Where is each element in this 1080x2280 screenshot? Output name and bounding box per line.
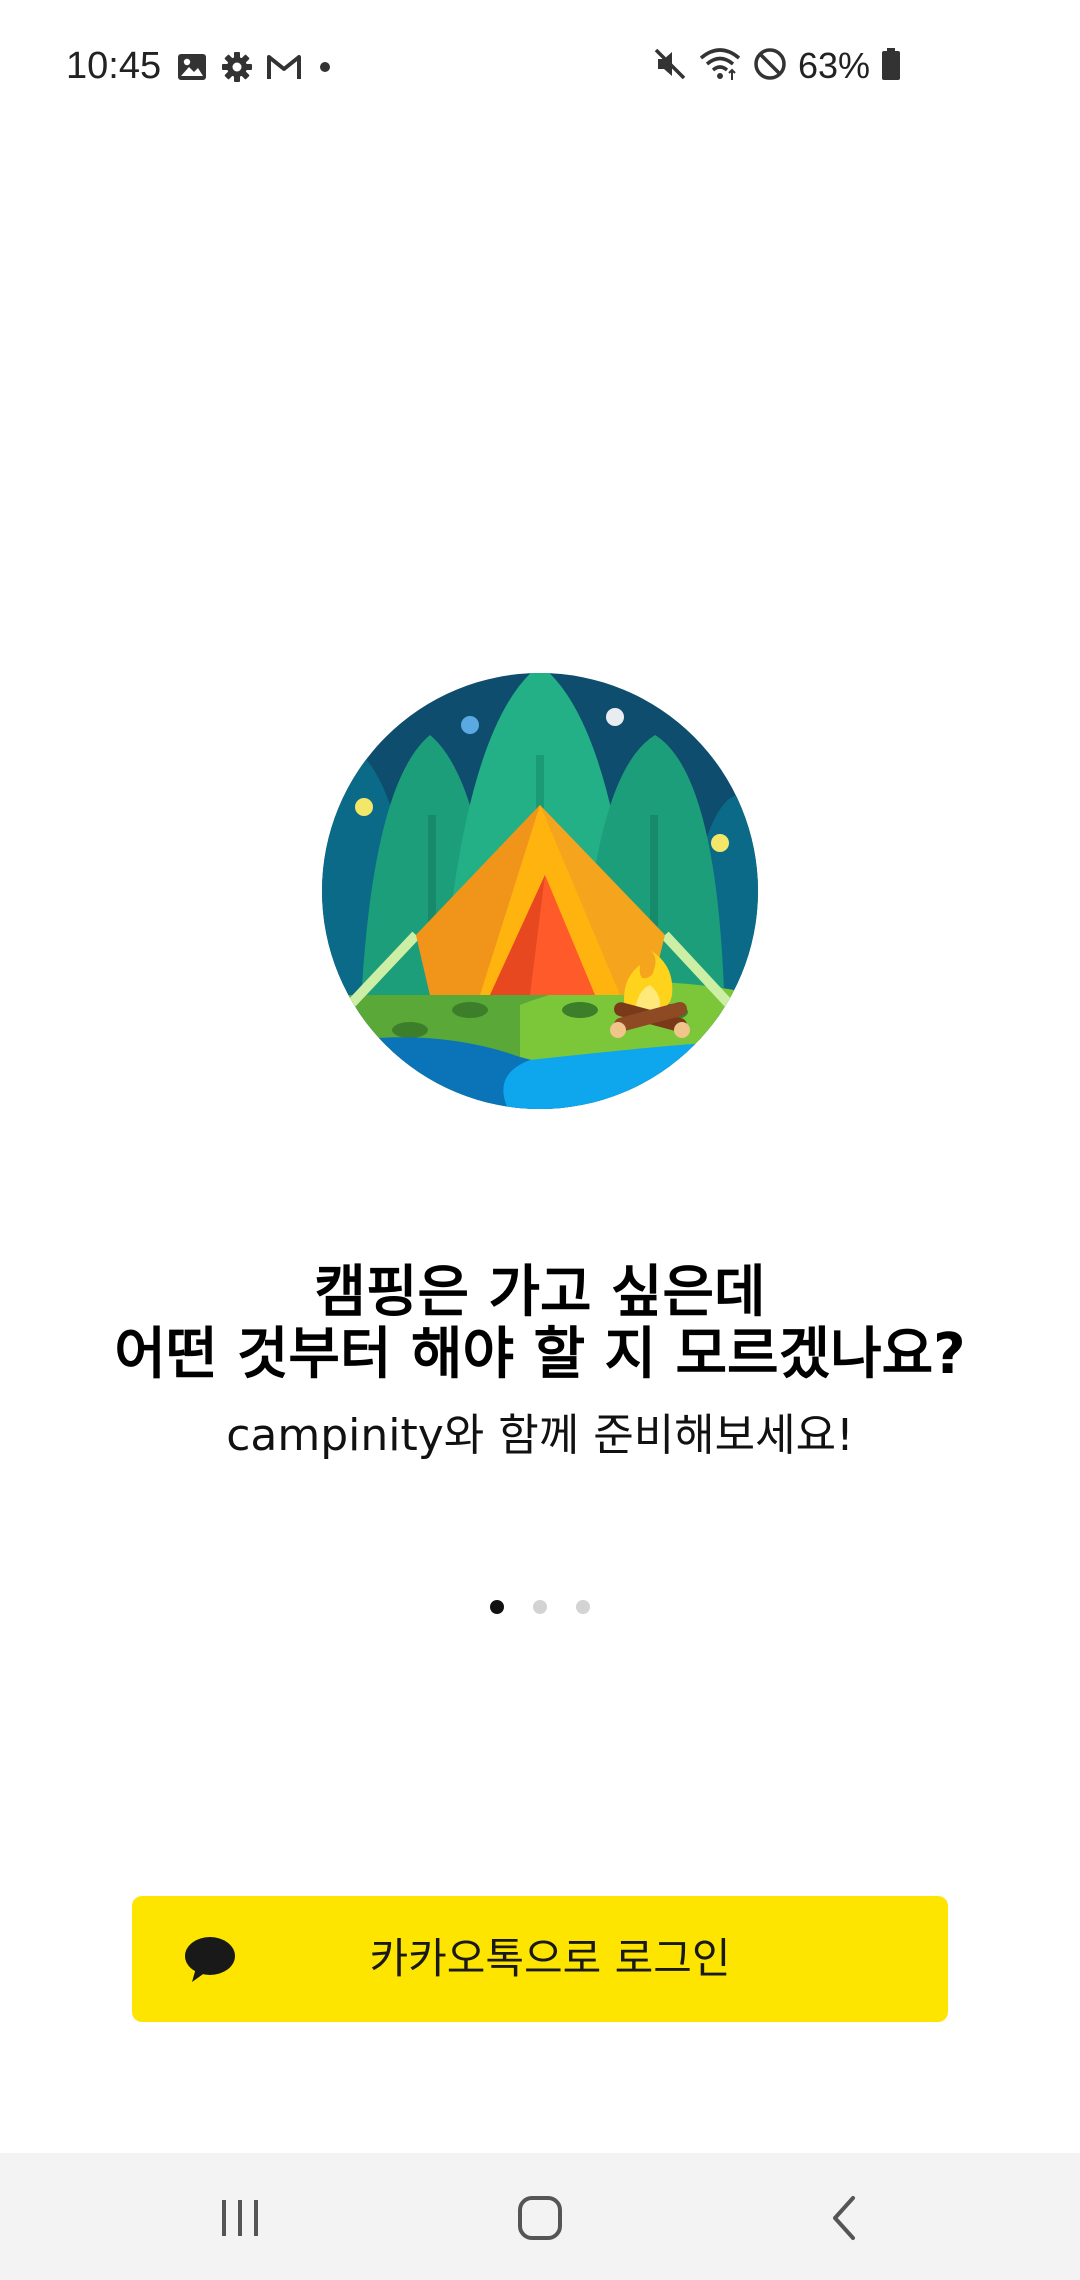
battery-icon xyxy=(880,47,902,85)
page-dot-3[interactable] xyxy=(576,1600,590,1614)
status-bar: 10:45 63% xyxy=(0,0,1080,135)
onboarding-screen: 10:45 63% 캠핑은 가고 싶은데 어떤 것부터 해야 할 지 모르겠나요… xyxy=(0,0,1080,2280)
page-indicator[interactable] xyxy=(490,1596,590,1618)
page-dot-2[interactable] xyxy=(533,1600,547,1614)
navigation-bar xyxy=(0,2153,1080,2280)
camping-tent-illustration xyxy=(320,665,760,1113)
status-time: 10:45 xyxy=(66,45,162,87)
mute-icon xyxy=(652,46,688,86)
gear-icon xyxy=(220,50,254,84)
battery-percent: 63% xyxy=(797,45,870,86)
onboarding-subtitle: campinity와 함께 준비해보세요! xyxy=(226,1410,854,1461)
do-not-disturb-icon xyxy=(752,46,788,86)
onboarding-headline: 캠핑은 가고 싶은데 어떤 것부터 해야 할 지 모르겠나요? xyxy=(0,1262,1080,1386)
kakao-login-label: 카카오톡으로 로그인 xyxy=(369,1934,731,1983)
gmail-icon xyxy=(266,52,302,82)
headline-line-2: 어떤 것부터 해야 할 지 모르겠나요? xyxy=(114,1322,966,1387)
back-icon[interactable] xyxy=(810,2183,880,2253)
notification-dot-icon xyxy=(314,56,336,78)
wifi-icon xyxy=(698,46,742,86)
status-notification-icons xyxy=(176,48,336,86)
image-icon xyxy=(176,51,208,83)
recent-apps-icon[interactable] xyxy=(205,2183,275,2253)
status-system-icons: 63% xyxy=(652,44,902,88)
headline-line-1: 캠핑은 가고 싶은데 xyxy=(314,1260,766,1325)
page-dot-1[interactable] xyxy=(490,1600,504,1614)
home-icon[interactable] xyxy=(505,2183,575,2253)
kakao-login-button[interactable]: 카카오톡으로 로그인 xyxy=(132,1896,948,2022)
